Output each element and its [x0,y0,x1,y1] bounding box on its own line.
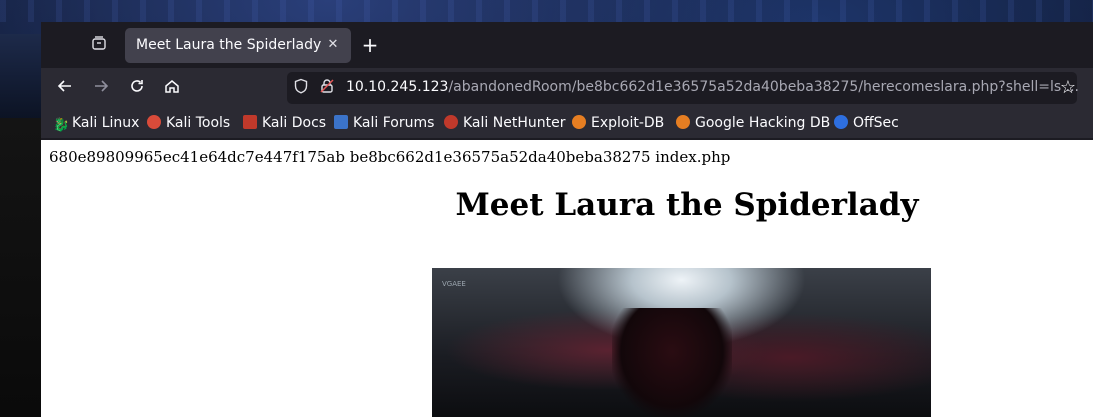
command-output: 680e89809965ec41e64dc7e447f175ab be8bc66… [49,148,731,166]
tab-title: Meet Laura the Spiderlady [136,37,322,53]
kali-docs-icon [243,115,257,129]
tab-bar: Meet Laura the Spiderlady ✕ + [41,22,1093,68]
bookmark-label: Kali Docs [262,115,327,131]
bookmark-label: Google Hacking DB [695,115,831,131]
tab-active[interactable]: Meet Laura the Spiderlady ✕ [125,28,351,63]
bookmark-label: OffSec [853,115,899,131]
browser-window: Meet Laura the Spiderlady ✕ + 10.10.245.… [41,22,1093,417]
bookmark-kali-tools[interactable]: Kali Tools [147,114,230,134]
bookmark-star-icon[interactable]: ☆ [1057,78,1079,98]
desktop-wallpaper-left-top [0,34,41,118]
bookmark-label: Kali Forums [353,115,435,131]
bookmark-label: Exploit-DB [591,115,665,131]
bookmark-label: Kali Tools [166,115,231,131]
bookmark-kali-forums[interactable]: Kali Forums [334,114,434,134]
tab-close-icon[interactable]: ✕ [325,36,341,54]
bookmark-kali-nethunter[interactable]: Kali NetHunter [444,114,565,134]
address-bar[interactable]: 10.10.245.123/abandonedRoom/be8bc662d1e3… [287,72,1079,104]
kali-forums-icon [334,115,348,129]
kali-nethunter-icon [444,115,458,129]
back-icon[interactable] [53,77,77,101]
creature-figure [612,308,732,417]
bookmarks-toolbar: 🐉 Kali Linux Kali Tools Kali Docs Kali Fo… [41,108,1093,138]
kali-tools-icon [147,115,161,129]
bookmark-offsec[interactable]: OffSec [834,114,899,134]
insecure-lock-icon[interactable] [317,78,337,98]
desktop-wallpaper-streak [0,0,1093,22]
reload-icon[interactable] [125,77,149,101]
bookmark-label: Kali NetHunter [463,115,566,131]
url-path: /abandonedRoom/be8bc662d1e36575a52da40be… [448,79,1079,95]
forward-icon[interactable] [89,77,113,101]
bookmark-kali-docs[interactable]: Kali Docs [243,114,326,134]
new-tab-icon[interactable]: + [359,34,381,56]
bookmark-kali-linux[interactable]: 🐉 Kali Linux [53,114,139,134]
kali-dragon-icon: 🐉 [53,118,70,133]
offsec-icon [834,115,848,129]
tab-list-icon[interactable] [89,35,109,55]
home-icon[interactable] [160,77,184,101]
ghdb-icon [676,115,690,129]
bookmark-exploit-db[interactable]: Exploit-DB [572,114,664,134]
bookmark-label: Kali Linux [72,115,140,131]
background-terminal-window [0,118,41,417]
exploit-db-icon [572,115,586,129]
page-content: 680e89809965ec41e64dc7e447f175ab be8bc66… [41,140,1093,417]
tracking-protection-shield-icon[interactable] [291,78,311,98]
page-title: Meet Laura the Spiderlady [455,187,919,223]
bookmark-google-hacking-db[interactable]: Google Hacking DB [676,114,830,134]
url-host: 10.10.245.123 [346,79,449,95]
navigation-toolbar: 10.10.245.123/abandonedRoom/be8bc662d1e3… [41,68,1093,108]
image-watermark: VGAEE [442,280,466,288]
spiderlady-image: VGAEE [432,268,931,417]
url-text: 10.10.245.123/abandonedRoom/be8bc662d1e3… [346,79,1079,95]
